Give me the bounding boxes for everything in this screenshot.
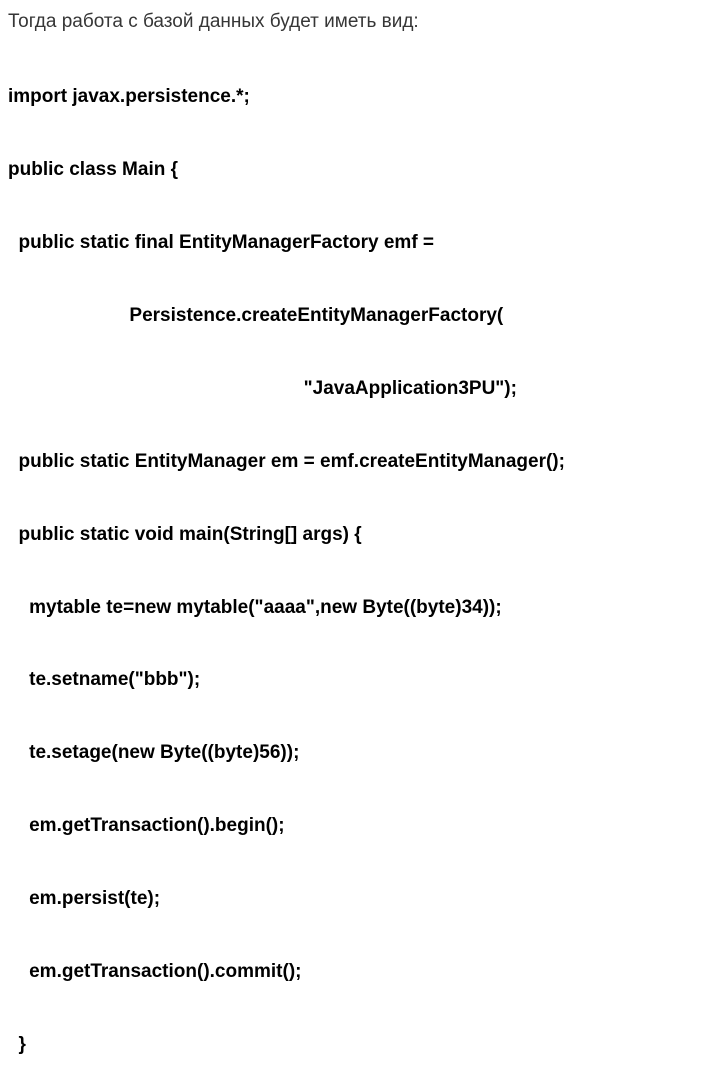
code-line: public static final EntityManagerFactory… (8, 231, 712, 255)
code-line: Persistence.createEntityManagerFactory( (8, 304, 712, 328)
code-line: "JavaApplication3PU"); (8, 377, 712, 401)
intro-text: Тогда работа с базой данных будет иметь … (8, 10, 712, 34)
code-line: public static void main(String[] args) { (8, 523, 712, 547)
code-line: public class Main { (8, 158, 712, 182)
code-line: te.setname("bbb"); (8, 668, 712, 692)
code-block: import javax.persistence.*; public class… (8, 36, 712, 1080)
code-line: em.getTransaction().begin(); (8, 814, 712, 838)
code-line: em.getTransaction().commit(); (8, 960, 712, 984)
code-line: te.setage(new Byte((byte)56)); (8, 741, 712, 765)
document-page: Тогда работа с базой данных будет иметь … (0, 0, 720, 1080)
code-line: import javax.persistence.*; (8, 85, 712, 109)
code-line: mytable te=new mytable("aaaa",new Byte((… (8, 596, 712, 620)
code-line: public static EntityManager em = emf.cre… (8, 450, 712, 474)
code-line: em.persist(te); (8, 887, 712, 911)
code-line: } (8, 1033, 712, 1057)
